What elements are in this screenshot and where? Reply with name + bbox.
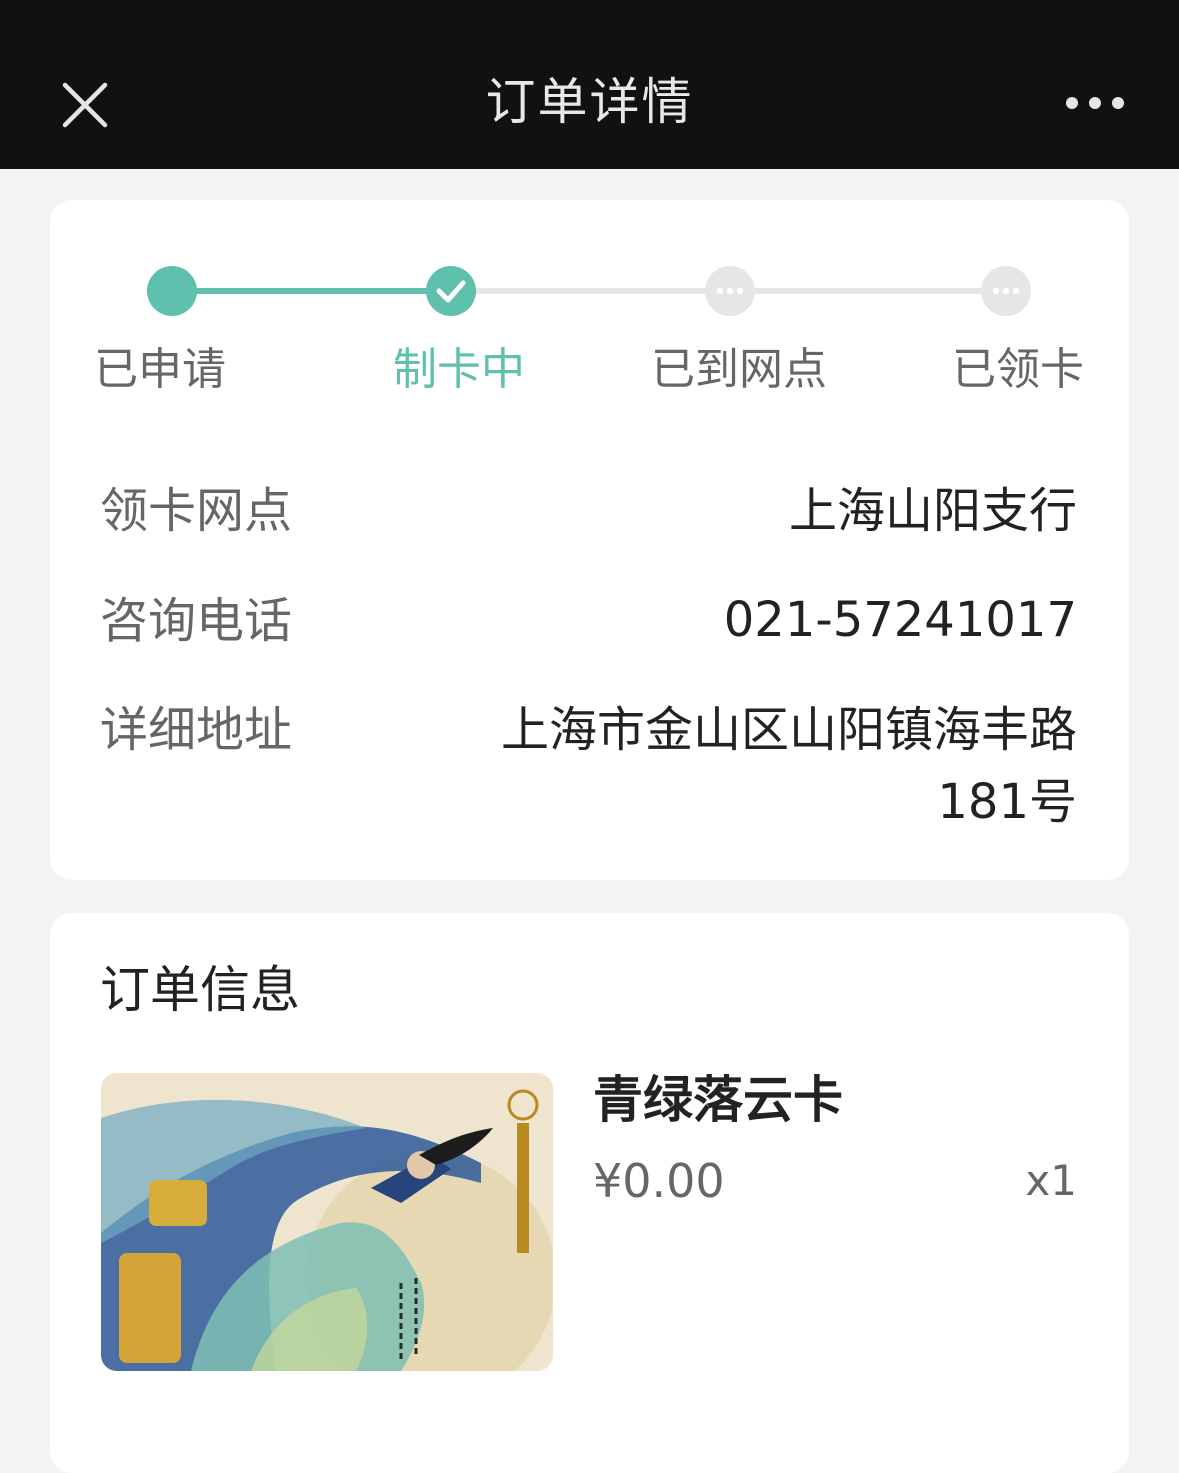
product-price: ¥0.00 [593, 1154, 725, 1208]
step-label-making: 制卡中 [393, 344, 525, 395]
address-label: 详细地址 [100, 702, 293, 758]
product-name: 青绿落云卡 [593, 1071, 843, 1129]
pickup-status-card: 已申请 制卡中 已到网点 已领卡 领卡网点 上海山阳支行 咨询电话 021-57… [50, 200, 1129, 880]
branch-value: 上海山阳支行 [788, 483, 1077, 539]
progress-tracker [147, 266, 1031, 316]
step-dot-applied [147, 266, 197, 316]
phone-label: 咨询电话 [100, 593, 293, 649]
step-pending-icon [981, 266, 1031, 316]
page-title: 订单详情 [485, 73, 694, 131]
step-pending-icon [705, 266, 755, 316]
step-label-collected: 已领卡 [952, 344, 1084, 395]
phone-value[interactable]: 021-57241017 [724, 584, 1077, 656]
order-info-card: 订单信息 青绿落云卡 ¥0.00 x1 [50, 913, 1129, 1473]
top-navigation-bar: 订单详情 [0, 0, 1179, 169]
product-quantity: x1 [1025, 1156, 1077, 1205]
address-value: 上海市金山区山阳镇海丰路181号 [500, 702, 1077, 830]
order-section-title: 订单信息 [100, 961, 300, 1019]
branch-label: 领卡网点 [100, 483, 293, 539]
more-button[interactable] [1060, 90, 1130, 116]
more-dots-icon [1066, 97, 1124, 109]
bank-card-image [101, 1073, 553, 1371]
step-label-applied: 已申请 [94, 344, 226, 395]
step-label-arrived: 已到网点 [651, 344, 827, 395]
step-check-icon [426, 266, 476, 316]
